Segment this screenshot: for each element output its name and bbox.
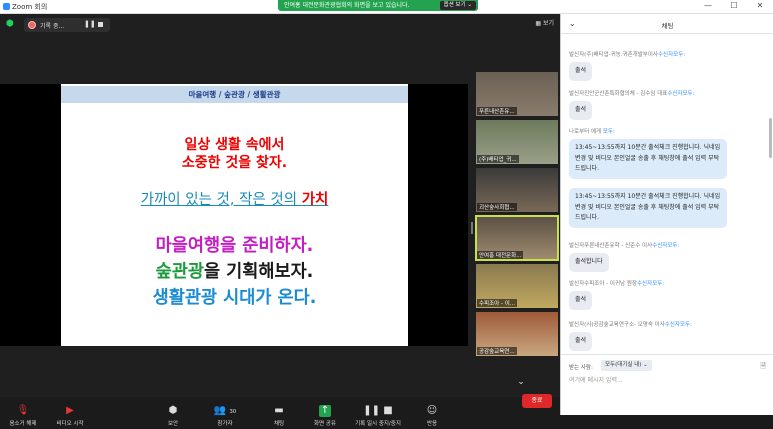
recipient-label: 받는 사람: (569, 365, 593, 371)
chat-message: 13:45~13:55까지 10분간 출석체크 진행합니다. 닉네임 변경 및 … (569, 188, 727, 228)
slide-line-2: 소중한 것을 찾자. (181, 155, 288, 171)
video-off-icon: ▶ (66, 405, 74, 416)
message-sender: 발신자푸른내산촌유학 - 신준수 이사수신자모두: (569, 243, 680, 249)
chat-compose: 받는 사람: 모두(대기실 내) ⌄ 🗎 여기에 메시지 입력... (561, 354, 773, 415)
resize-handle[interactable] (471, 222, 473, 234)
participant-name: (주)배티업_귀... (477, 155, 519, 163)
mic-muted-icon: 🎙 (16, 405, 30, 416)
recipient-dropdown[interactable]: 모두(대기실 내) ⌄ (601, 360, 652, 371)
meeting-toolbar: 🎙 음소거 해제 ▶ 비디오 시작 ⬢ 보안 👥 30 참가자 ▬ 채팅 ↑ 화면 공유 ❚… (0, 397, 560, 429)
emoji-icon: ☺ (426, 405, 438, 416)
slide-line-3-emphasis: 가치 (301, 192, 329, 208)
message-input[interactable]: 여기에 메시지 입력... (569, 375, 623, 384)
video-label: 비디오 시작 (56, 421, 84, 427)
message-sender: 발신자(사)공감숲교육연구소- 오명숙 이사수신자모두: (569, 322, 692, 328)
slide-line-5: 숲관광을 기획해보자. (61, 258, 408, 283)
share-icon: ↑ (319, 405, 331, 417)
participant-name: 공감숲교육연... (477, 347, 517, 355)
chat-message: 출석 (569, 101, 593, 120)
slide-line-6: 생활관광 시대가 온다. (152, 288, 317, 308)
participant-name: 괴산숲사회협... (477, 203, 517, 211)
chat-title: 채팅 (661, 22, 674, 30)
shield-icon[interactable]: ⬢ (6, 20, 15, 29)
recording-label: 기록 중... (40, 23, 65, 30)
participants-count: 30 (229, 409, 237, 415)
reactions-button[interactable]: ☺ 반응 (418, 405, 446, 427)
participants-label: 참가자 (217, 421, 233, 427)
chat-scrollbar[interactable] (769, 118, 772, 158)
video-tile-active-speaker[interactable]: 안여홍 대전문화... (475, 215, 559, 261)
share-screen-button[interactable]: ↑ 화면 공유 (309, 405, 341, 427)
presentation-slide: 마을여행 / 숲관광 / 생활관광 일상 생활 속에서 소중한 것을 찾자. 가… (61, 84, 408, 346)
record-icon (28, 21, 36, 29)
video-button[interactable]: ▶ 비디오 시작 (52, 405, 88, 427)
meeting-topbar: ⬢ 기록 중... ❚❚ ▦ 보기 (0, 14, 560, 36)
slide-line-5-emphasis: 숲관광 (155, 262, 204, 282)
chat-icon: ▬ (274, 405, 284, 416)
video-tile[interactable]: 수피조아 - 이... (476, 264, 558, 308)
security-label: 보안 (167, 421, 179, 427)
file-icon[interactable]: 🗎 (760, 362, 766, 373)
chat-button[interactable]: ▬ 채팅 (264, 405, 294, 427)
minimize-button[interactable]: — (698, 1, 718, 10)
view-options-button[interactable]: 옵션 보기 ⌄ (439, 1, 476, 10)
chat-message: 13:45~13:55까지 10분간 출석체크 진행합니다. 닉네임 변경 및 … (569, 139, 727, 179)
slide-line-3: 가까이 있는 것, 작은 것의 가치 (61, 188, 408, 209)
slide-line-5-text: 을 기획해보자. (203, 262, 314, 282)
participant-name: 안여홍 대전문화... (477, 251, 524, 259)
close-button[interactable]: ✕ (750, 1, 770, 10)
message-sender: 발신자진안군산촌특화협의체 - 김수임 대표수신자모두: (569, 91, 695, 97)
message-sender: 발신자(주)배티업-귀농.귀촌개발부이사수신자모두: (569, 52, 686, 58)
security-button[interactable]: ⬢ 보안 (158, 405, 188, 427)
chat-message: 출석합니다 (569, 253, 609, 272)
recording-indicator: 기록 중... ❚❚ (24, 18, 110, 32)
chat-label: 채팅 (273, 421, 285, 427)
chat-message: 출석 (569, 62, 593, 81)
share-label: 화면 공유 (314, 421, 336, 427)
shared-screen: 마을여행 / 숲관광 / 생활관광 일상 생활 속에서 소중한 것을 찾자. 가… (0, 84, 468, 346)
chat-panel: ⌄ 채팅 발신자(주)배티업-귀농.귀촌개발부이사수신자모두: 출석 발신자진안… (560, 14, 773, 415)
slide-line-1: 일상 생활 속에서 (184, 137, 285, 153)
slide-line-4: 마을여행을 준비하자. (155, 236, 314, 256)
message-sender: 발신자수피조아 - 이귀남 원장수신자모두: (569, 281, 665, 287)
chat-header: ⌄ 채팅 (561, 14, 773, 34)
participants-icon: 👥 30 (213, 405, 237, 416)
chat-message: 출석 (569, 291, 593, 310)
zoom-app-icon (3, 3, 10, 10)
slide-header: 마을여행 / 숲관광 / 생활관광 (61, 86, 408, 103)
meeting-view: ⬢ 기록 중... ❚❚ ▦ 보기 마을여행 / 숲관광 / 생활관광 일상 생… (0, 14, 560, 429)
stop-icon[interactable] (98, 22, 103, 27)
participant-name: 수피조아 - 이... (477, 299, 518, 307)
video-tile[interactable]: 괴산숲사회협... (476, 168, 558, 212)
window-title: Zoom 회의 (12, 3, 48, 11)
record-label: 기록 일시 중지/중지 (355, 421, 401, 427)
participants-button[interactable]: 👥 30 참가자 (210, 405, 240, 427)
video-tile[interactable]: 푸른내산촌유... (476, 72, 558, 116)
record-button[interactable]: ❚❚ ■ 기록 일시 중지/중지 (349, 405, 407, 427)
participant-name: 푸른내산촌유... (477, 107, 517, 115)
sharing-banner-text: 안여홍 대전문화관광협회의 화면을 보고 있습니다. (284, 2, 410, 9)
mute-button[interactable]: 🎙 음소거 해제 (5, 405, 41, 427)
end-meeting-button[interactable]: 종료 (522, 394, 552, 408)
sharing-banner: 안여홍 대전문화관광협회의 화면을 보고 있습니다. 옵션 보기 ⌄ (278, 0, 478, 11)
chevron-down-icon[interactable]: ⌄ (511, 377, 531, 387)
maximize-button[interactable]: ☐ (724, 1, 744, 10)
mute-label: 음소거 해제 (9, 421, 37, 427)
shield-icon: ⬢ (168, 405, 178, 416)
video-tile[interactable]: 공감숲교육연... (476, 312, 558, 356)
reactions-label: 반응 (426, 421, 438, 427)
video-tile[interactable]: (주)배티업_귀... (476, 120, 558, 164)
pause-stop-icon: ❚❚ ■ (363, 405, 393, 416)
message-sender: 나로부터 에게 모두: (569, 129, 615, 135)
slide-line-3-text: 가까이 있는 것, 작은 것의 (140, 192, 302, 208)
pause-icon[interactable]: ❚❚ (84, 20, 96, 28)
view-button[interactable]: ▦ 보기 (535, 18, 554, 27)
chat-message: 출석 (569, 332, 593, 351)
